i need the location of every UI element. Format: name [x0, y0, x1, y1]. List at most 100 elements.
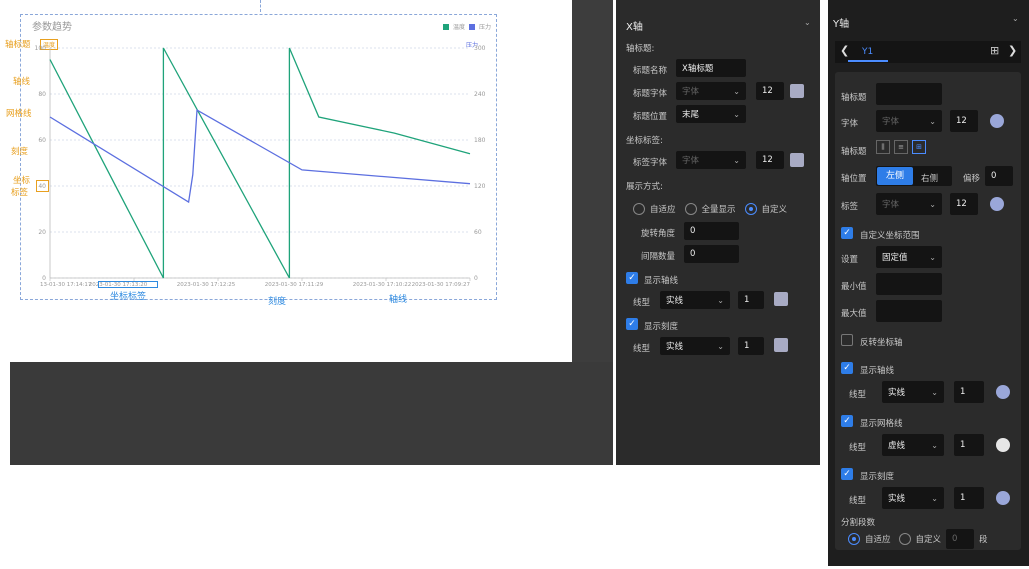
reverse-axis-checkbox[interactable]: [841, 334, 853, 346]
y-tick-label: 80: [38, 91, 46, 98]
axis-title-input[interactable]: [876, 83, 942, 105]
x-tick-label: 13-01-30 17:14:17: [40, 282, 92, 288]
label-font-size-input[interactable]: 12: [756, 151, 784, 169]
y2-tick-label: 60: [474, 229, 482, 236]
grid-color-picker[interactable]: [996, 438, 1010, 452]
segments-custom-label: 自定义: [915, 535, 942, 545]
show-axis-line-label: 显示轴线: [644, 276, 679, 286]
font-placeholder: 字体: [882, 117, 900, 127]
title-color-swatch[interactable]: [790, 84, 804, 98]
label-color-picker[interactable]: [990, 197, 1004, 211]
show-tick-checkbox[interactable]: ✓: [626, 318, 638, 330]
line-chart: 020406080100 060120180240300 13-01-30 17…: [35, 45, 486, 288]
x-tick-label: 2023-01-30 17:09:27: [412, 282, 471, 288]
label-color-swatch[interactable]: [790, 153, 804, 167]
axis-line-width-input[interactable]: 1: [738, 291, 764, 309]
mode-radio-custom[interactable]: [744, 203, 757, 215]
offset-input[interactable]: 0: [985, 166, 1013, 186]
title-position-label: 标题位置: [633, 112, 668, 122]
axis-line-type-select[interactable]: 实线 ⌄: [660, 291, 730, 309]
grid-type-value: 虚线: [888, 441, 906, 451]
show-grid-checkbox[interactable]: ✓: [841, 415, 853, 427]
tick-line-color-swatch[interactable]: [774, 338, 788, 352]
axis-line-width-input[interactable]: 1: [954, 381, 984, 403]
tick-color-picker[interactable]: [996, 491, 1010, 505]
x-tick-label: 2023-01-30 17:12:25: [177, 282, 236, 288]
label-font-size-input[interactable]: 12: [950, 193, 978, 215]
title-position-value: 末尾: [682, 110, 700, 120]
segments-input[interactable]: 0: [946, 529, 975, 549]
chevron-down-icon: ⌄: [931, 493, 938, 503]
collapse-chevron-icon[interactable]: ⌄: [1012, 14, 1019, 23]
annot-axis-title: 轴标题: [5, 40, 31, 50]
mode-radio-full[interactable]: [684, 203, 697, 215]
label-font-select[interactable]: 字体 ⌄: [676, 151, 746, 169]
segments-radio-auto[interactable]: [848, 533, 860, 545]
tick-line-type-value: 实线: [666, 342, 684, 352]
tick-line-type-select[interactable]: 实线 ⌄: [660, 337, 730, 355]
font-size-input[interactable]: 12: [950, 110, 978, 132]
mode-radio-adaptive[interactable]: [633, 203, 645, 215]
tab-underline: [848, 60, 888, 62]
position-right-button[interactable]: 右侧: [921, 172, 938, 184]
y-tick-label: 0: [42, 275, 46, 282]
min-input[interactable]: [876, 273, 942, 295]
y-tick-label: 60: [38, 137, 46, 144]
tick-type-select[interactable]: 实线 ⌄: [882, 487, 944, 509]
mode-label-custom: 自定义: [761, 205, 788, 215]
rotate-input[interactable]: 0: [684, 222, 739, 240]
annot-x-axis-line: 轴线: [389, 295, 408, 305]
tick-line-width-input[interactable]: 1: [738, 337, 764, 355]
axis-line-type-value: 实线: [666, 296, 684, 306]
y2-tick-label: 0: [474, 275, 478, 282]
display-mode-group[interactable]: 自适应 全量显示 自定义: [633, 203, 787, 215]
grid-type-select[interactable]: 虚线 ⌄: [882, 434, 944, 456]
collapse-chevron-icon[interactable]: ⌄: [804, 18, 811, 27]
title-name-input[interactable]: X轴标题: [676, 59, 746, 77]
orientation-horizontal-icon[interactable]: ≡: [894, 140, 908, 154]
tick-width-input[interactable]: 1: [954, 487, 984, 509]
font-label: 字体: [841, 119, 859, 129]
min-label: 最小值: [841, 282, 867, 292]
interval-input[interactable]: 0: [684, 245, 739, 263]
font-placeholder: 字体: [682, 156, 700, 166]
tab-y1[interactable]: Y1: [862, 47, 873, 57]
font-select[interactable]: 字体 ⌄: [876, 110, 942, 132]
canvas-bottom-area: [10, 362, 613, 465]
axis-line-color-swatch[interactable]: [774, 292, 788, 306]
max-input[interactable]: [876, 300, 942, 322]
custom-range-label: 自定义坐标范围: [860, 231, 920, 241]
grid-width-input[interactable]: 1: [954, 434, 984, 456]
axis-title-orientation-group[interactable]: ⫼ ≡ ⊞: [876, 140, 926, 154]
custom-range-checkbox[interactable]: ✓: [841, 227, 853, 239]
annot-tick: 刻度: [11, 147, 29, 157]
setting-value: 固定值: [882, 253, 908, 263]
annot-x-tick: 刻度: [268, 297, 287, 307]
chevron-down-icon: ⌄: [929, 199, 936, 209]
segments-radio-custom[interactable]: [898, 533, 911, 545]
add-tab-icon[interactable]: ⊞: [990, 44, 999, 57]
font-color-picker[interactable]: [990, 114, 1004, 128]
setting-select[interactable]: 固定值 ⌄: [876, 246, 942, 268]
annot-tick-label-2: 标签: [11, 188, 29, 198]
y-tick-label: 20: [38, 229, 46, 236]
tab-next-icon[interactable]: ❯: [1008, 44, 1017, 57]
grid-type-label: 线型: [849, 443, 867, 453]
segments-mode-group[interactable]: 自适应 自定义 0 段: [848, 529, 988, 549]
show-axis-line-checkbox[interactable]: ✓: [841, 362, 853, 374]
y2-tick-label: 180: [474, 137, 486, 144]
axis-line-color-picker[interactable]: [996, 385, 1010, 399]
orientation-rotated-icon[interactable]: ⊞: [912, 140, 926, 154]
show-axis-line-checkbox[interactable]: ✓: [626, 272, 638, 284]
orientation-vertical-icon[interactable]: ⫼: [876, 140, 890, 154]
display-mode-label: 展示方式:: [626, 182, 663, 192]
axis-line-type-select[interactable]: 实线 ⌄: [882, 381, 944, 403]
tab-prev-icon[interactable]: ❮: [840, 44, 849, 57]
show-tick-checkbox[interactable]: ✓: [841, 468, 853, 480]
label-font-select[interactable]: 字体 ⌄: [876, 193, 942, 215]
title-position-select[interactable]: 末尾 ⌄: [676, 105, 746, 123]
position-left-button[interactable]: 左侧: [877, 167, 913, 185]
title-font-size-input[interactable]: 12: [756, 82, 784, 100]
title-font-select[interactable]: 字体 ⌄: [676, 82, 746, 100]
chevron-down-icon: ⌄: [717, 295, 724, 305]
